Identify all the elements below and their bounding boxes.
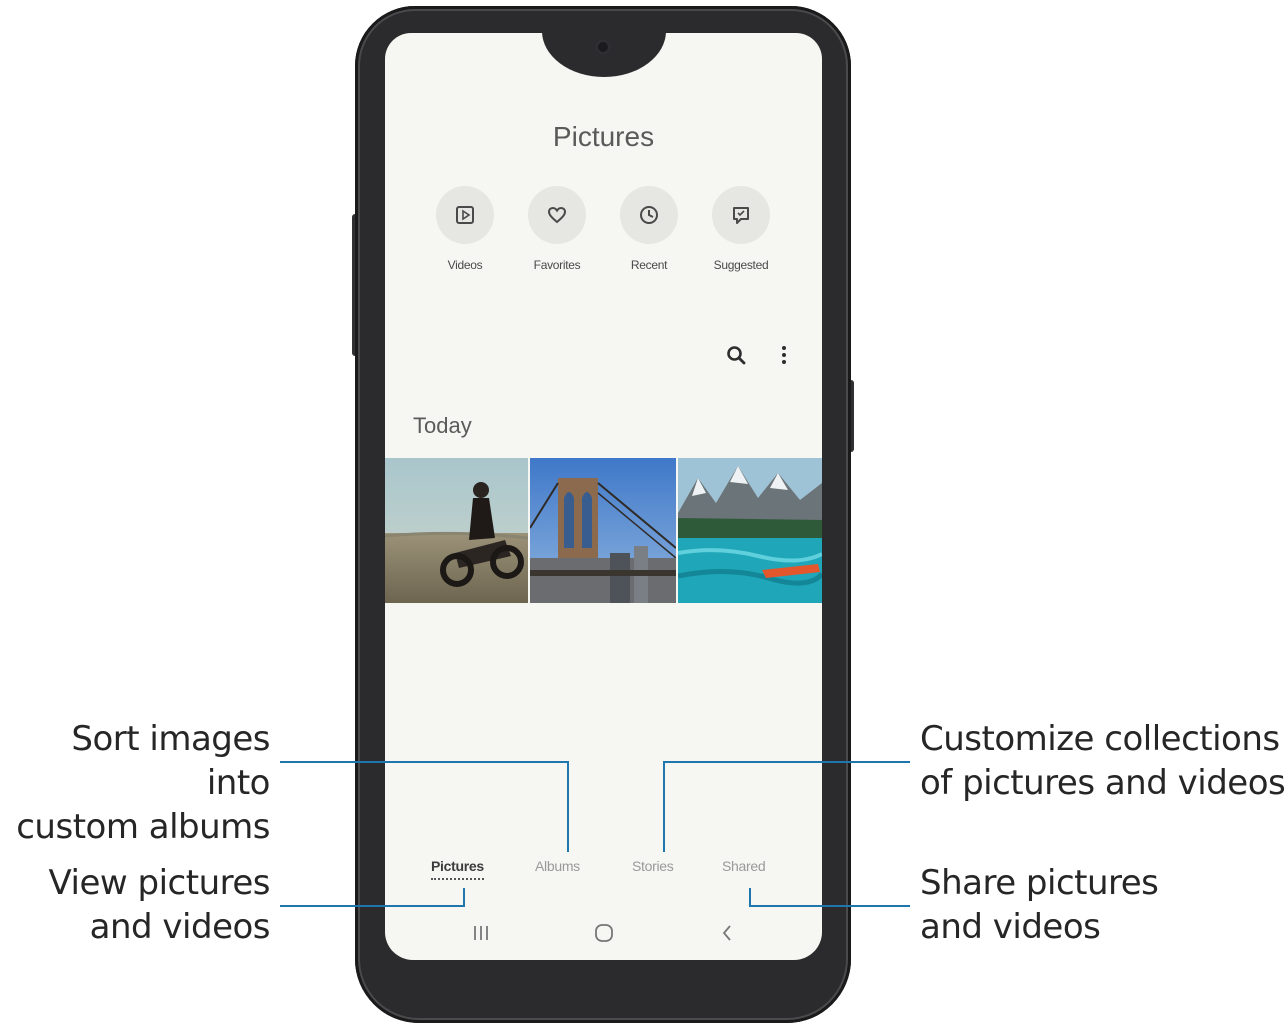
bottom-tab-bar: Pictures Albums Stories Shared bbox=[385, 858, 822, 888]
callout-line: Sort images into bbox=[71, 719, 270, 803]
quick-filter-label: Favorites bbox=[533, 258, 581, 272]
search-icon[interactable] bbox=[722, 341, 750, 369]
tab-label: Stories bbox=[632, 858, 674, 874]
callout-albums: Sort images into custom albums bbox=[0, 717, 270, 849]
video-icon bbox=[436, 186, 494, 244]
callout-pictures: View pictures and videos bbox=[0, 861, 271, 949]
more-options-icon[interactable] bbox=[770, 341, 798, 369]
tab-albums[interactable]: Albums bbox=[535, 858, 580, 874]
quick-filter-suggested[interactable]: Suggested bbox=[696, 186, 786, 272]
callout-line: custom albums bbox=[16, 807, 270, 847]
photo-thumbnail-lake[interactable] bbox=[678, 458, 822, 603]
quick-filter-recent[interactable]: Recent bbox=[604, 186, 694, 272]
heart-icon bbox=[528, 186, 586, 244]
home-icon[interactable] bbox=[584, 913, 624, 953]
photo-thumbnail-rider[interactable] bbox=[385, 458, 528, 603]
navigation-bar bbox=[385, 913, 822, 953]
callout-line: and videos bbox=[89, 907, 271, 947]
callout-stories: Customize collections of pictures and vi… bbox=[920, 717, 1286, 805]
tab-label: Pictures bbox=[431, 858, 484, 874]
suggestion-icon bbox=[712, 186, 770, 244]
tab-label: Shared bbox=[722, 858, 766, 874]
clock-icon bbox=[620, 186, 678, 244]
callout-line: of pictures and videos bbox=[920, 763, 1286, 803]
photo-thumbnail-bridge[interactable] bbox=[530, 458, 676, 603]
callout-shared: Share pictures and videos bbox=[920, 861, 1286, 949]
notch bbox=[542, 33, 666, 77]
page-title: Pictures bbox=[552, 121, 655, 152]
tab-label: Albums bbox=[535, 858, 580, 874]
tab-pictures[interactable]: Pictures bbox=[431, 858, 484, 880]
quick-filter-label: Suggested bbox=[713, 258, 769, 272]
quick-filter-label: Videos bbox=[447, 258, 483, 272]
quick-filter-favorites[interactable]: Favorites bbox=[512, 186, 602, 272]
back-icon[interactable] bbox=[707, 913, 747, 953]
active-tab-indicator bbox=[431, 878, 484, 880]
gallery-screen: Pictures Videos Favorites Recent Suggest… bbox=[385, 33, 822, 960]
quick-filter-label: Recent bbox=[630, 258, 668, 272]
callout-line: Customize collections bbox=[920, 719, 1280, 759]
callout-line: Share pictures bbox=[920, 863, 1159, 903]
callout-line: View pictures bbox=[48, 863, 271, 903]
section-label-today: Today bbox=[413, 413, 472, 438]
front-camera bbox=[595, 39, 611, 55]
quick-filter-videos[interactable]: Videos bbox=[420, 186, 510, 272]
tab-stories[interactable]: Stories bbox=[632, 858, 674, 874]
tab-shared[interactable]: Shared bbox=[722, 858, 766, 874]
callout-line: and videos bbox=[920, 907, 1101, 947]
recent-apps-icon[interactable] bbox=[461, 913, 501, 953]
